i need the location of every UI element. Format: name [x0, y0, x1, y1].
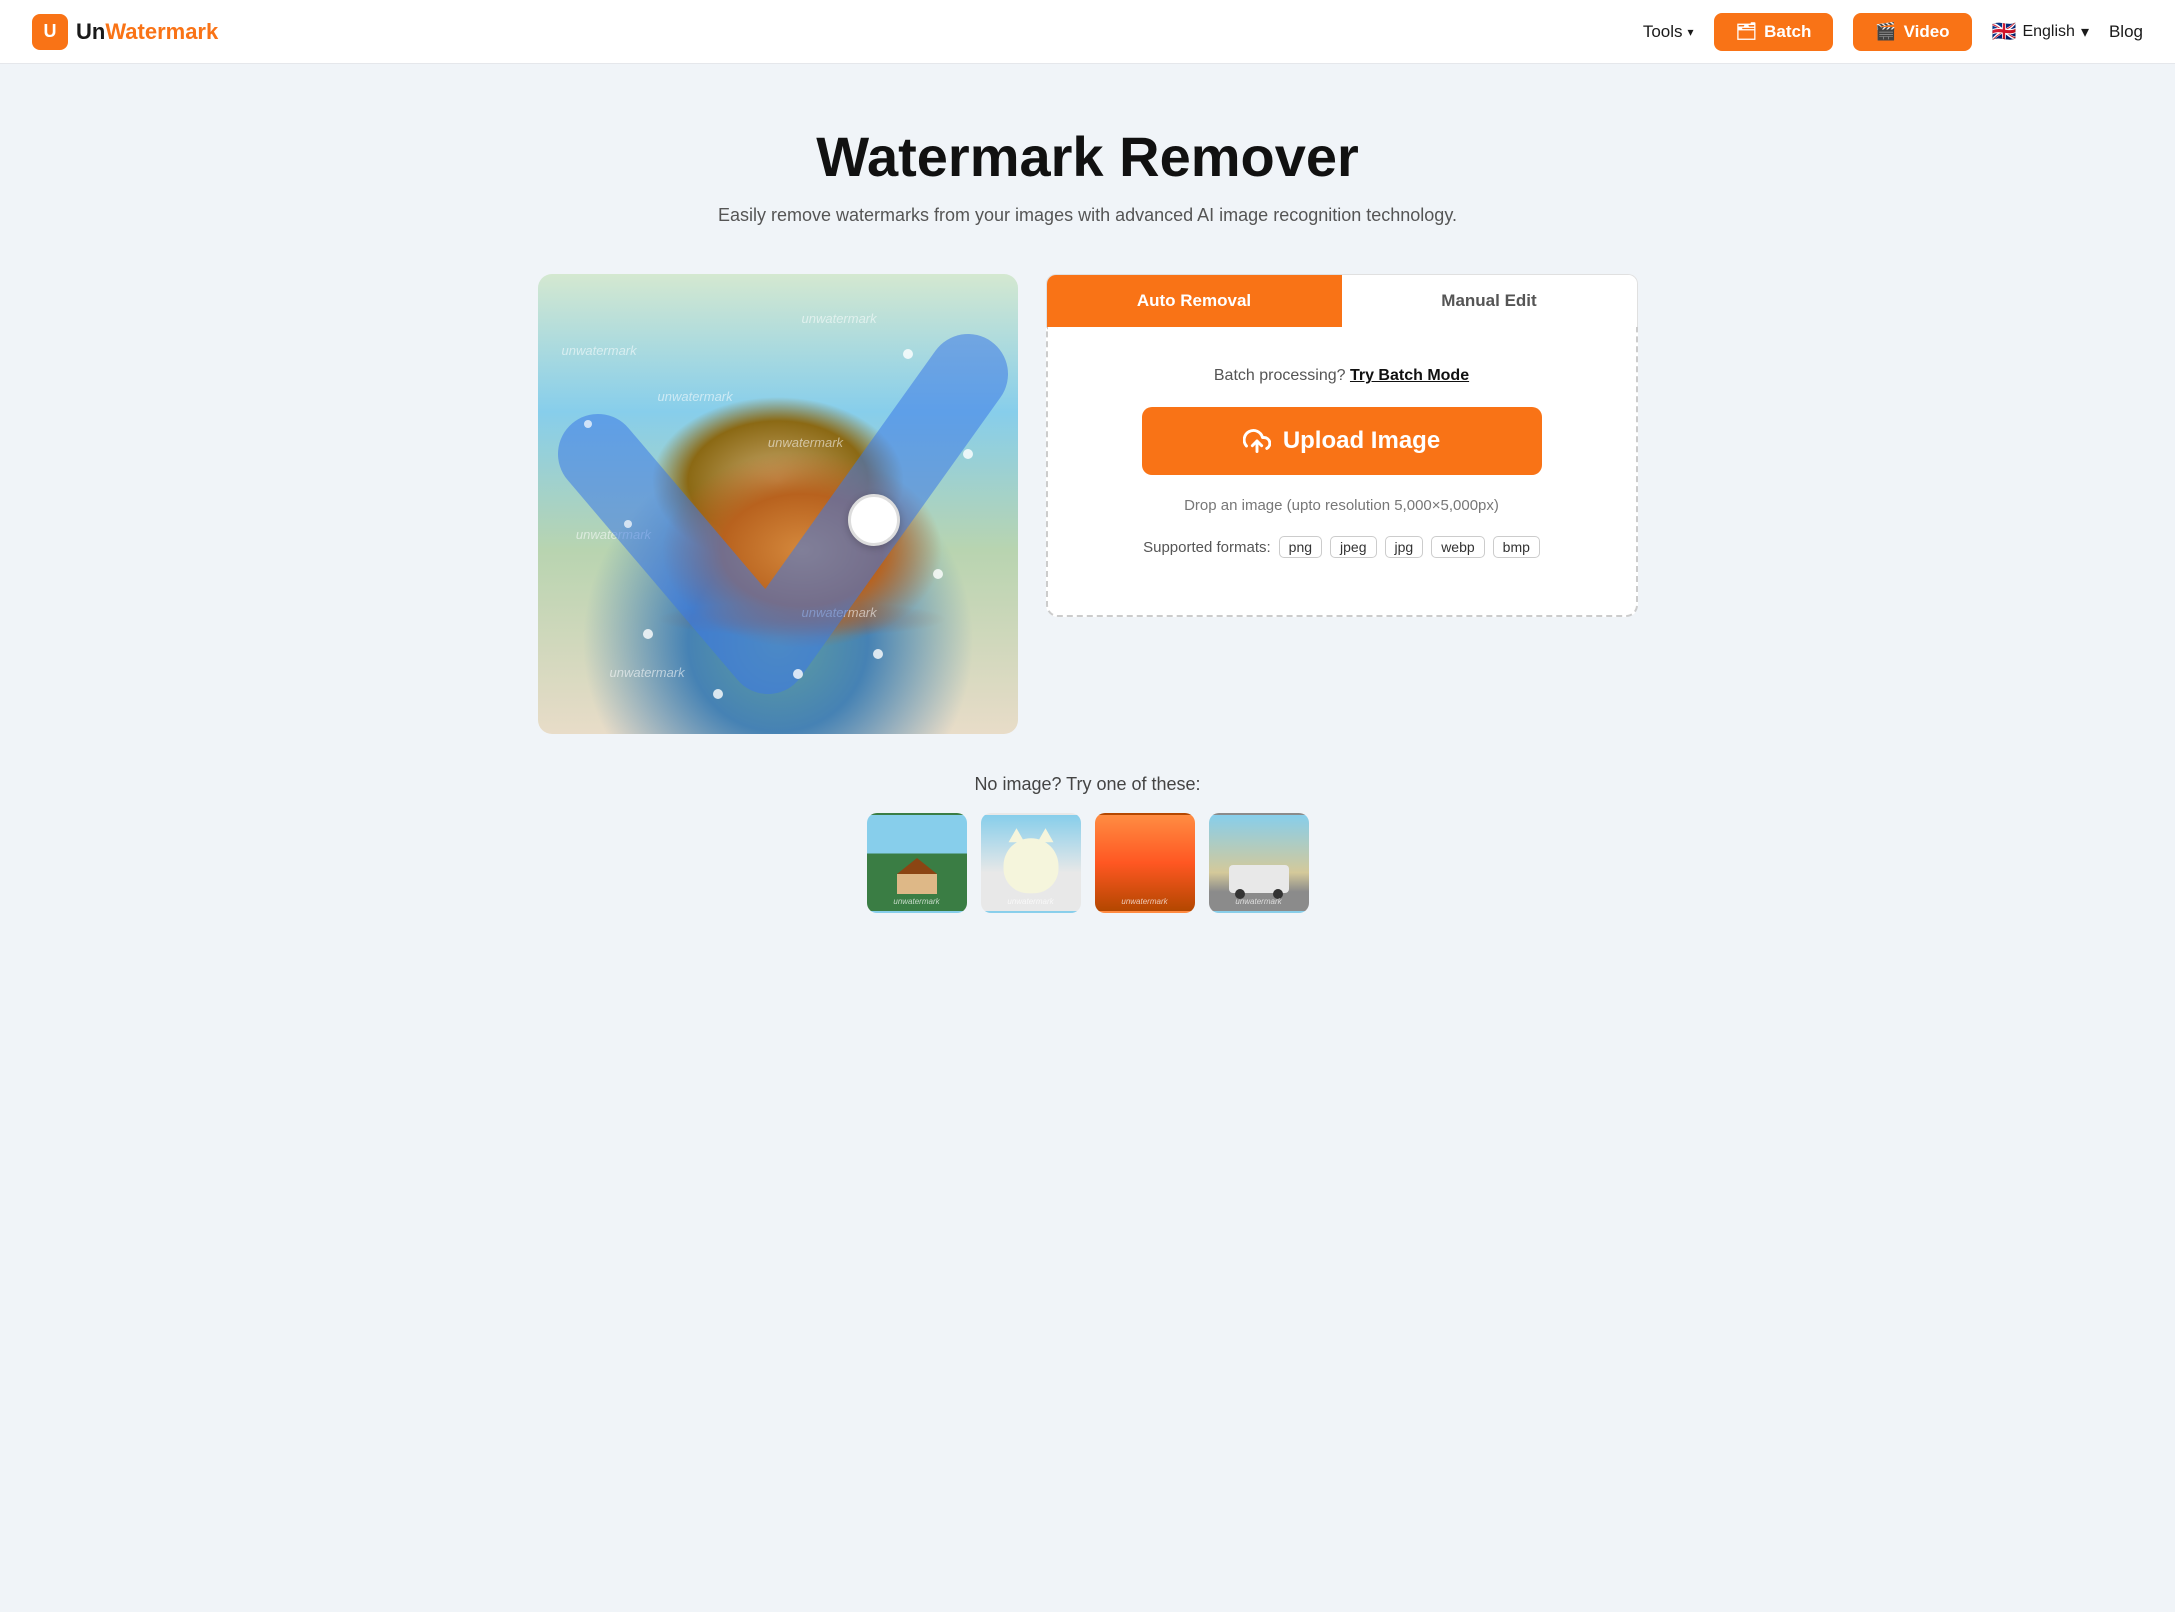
samples-section: No image? Try one of these: unwatermark …: [867, 774, 1309, 913]
thumb-watermark-1: unwatermark: [893, 897, 939, 906]
sample-thumb-house[interactable]: unwatermark: [867, 813, 967, 913]
batch-mode-link[interactable]: Try Batch Mode: [1350, 367, 1469, 384]
tab-auto-removal[interactable]: Auto Removal: [1047, 275, 1342, 327]
flag-icon: 🇬🇧: [1992, 19, 2017, 44]
thumb-watermark-3: unwatermark: [1121, 897, 1167, 906]
samples-label: No image? Try one of these:: [974, 774, 1200, 795]
samples-row: unwatermark unwatermark unwatermark: [867, 813, 1309, 913]
logo[interactable]: U UnWatermark: [32, 14, 218, 50]
video-icon: 🎬: [1875, 22, 1896, 42]
format-webp: webp: [1431, 536, 1484, 558]
thumb-watermark-2: unwatermark: [1007, 897, 1053, 906]
sample-thumb-cat[interactable]: unwatermark: [981, 813, 1081, 913]
language-selector[interactable]: 🇬🇧 English ▾: [1992, 19, 2089, 44]
batch-icon: 🗂: [1736, 22, 1758, 42]
tabs-container: Auto Removal Manual Edit: [1046, 274, 1638, 327]
video-button[interactable]: 🎬 Video: [1853, 13, 1971, 51]
page-title: Watermark Remover: [816, 124, 1359, 189]
format-png: png: [1279, 536, 1322, 558]
formats-label: Supported formats:: [1143, 539, 1271, 556]
lang-chevron-icon: ▾: [2081, 22, 2089, 42]
upload-panel: Batch processing? Try Batch Mode Upload …: [1046, 327, 1638, 617]
image-preview: unwatermark unwatermark unwatermark unwa…: [538, 274, 1018, 734]
tools-label: Tools: [1643, 22, 1683, 42]
cat-decoration: [1003, 838, 1058, 893]
upload-image-button[interactable]: Upload Image: [1142, 407, 1542, 475]
chevron-down-icon: ▾: [1688, 25, 1694, 39]
bus-decoration: [1229, 865, 1289, 893]
logo-text: UnWatermark: [76, 19, 218, 45]
blog-link[interactable]: Blog: [2109, 22, 2143, 42]
supported-formats: Supported formats: png jpeg jpg webp bmp: [1143, 536, 1540, 558]
language-label: English: [2022, 23, 2074, 41]
format-jpeg: jpeg: [1330, 536, 1376, 558]
batch-label: Batch: [1764, 22, 1811, 42]
tools-menu-button[interactable]: Tools ▾: [1643, 22, 1694, 42]
logo-icon: U: [32, 14, 68, 50]
upload-icon: [1243, 427, 1271, 455]
house-decoration: [897, 858, 937, 893]
content-area: unwatermark unwatermark unwatermark unwa…: [538, 274, 1638, 734]
sample-thumb-sunset[interactable]: unwatermark: [1095, 813, 1195, 913]
format-jpg: jpg: [1385, 536, 1424, 558]
selection-circle: [848, 494, 900, 546]
sample-thumb-road[interactable]: unwatermark: [1209, 813, 1309, 913]
video-label: Video: [1904, 22, 1950, 42]
right-panel: Auto Removal Manual Edit Batch processin…: [1046, 274, 1638, 617]
batch-button[interactable]: 🗂 Batch: [1714, 13, 1834, 51]
preview-image: [538, 274, 1018, 734]
format-bmp: bmp: [1493, 536, 1540, 558]
hero-subtitle: Easily remove watermarks from your image…: [718, 205, 1457, 226]
batch-hint: Batch processing? Try Batch Mode: [1214, 367, 1469, 385]
tab-manual-edit[interactable]: Manual Edit: [1342, 275, 1637, 327]
drop-hint: Drop an image (upto resolution 5,000×5,0…: [1184, 497, 1499, 514]
